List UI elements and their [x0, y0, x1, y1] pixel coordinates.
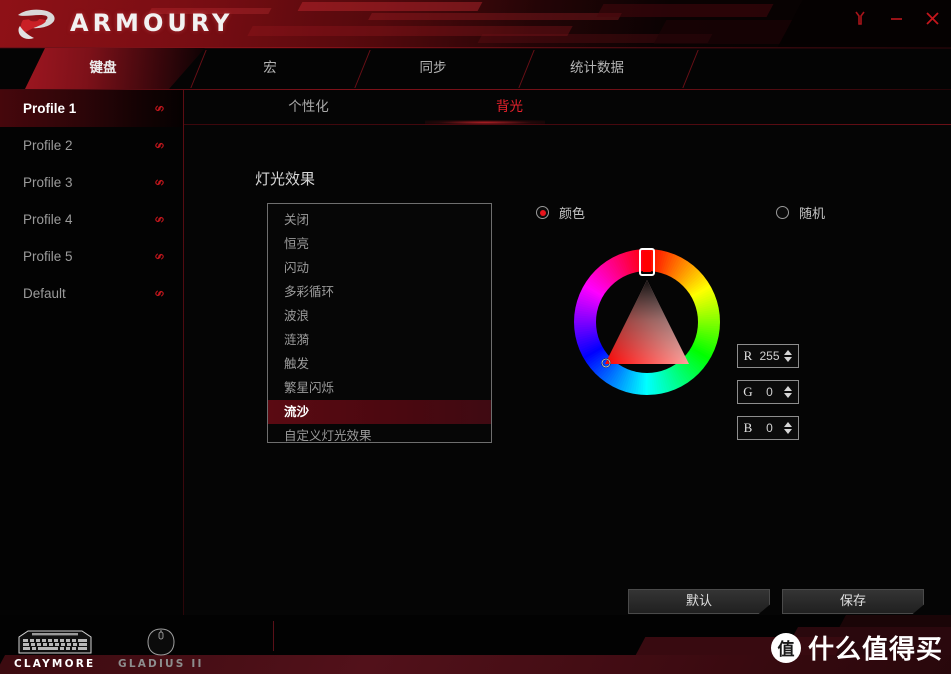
mouse-icon	[147, 628, 175, 656]
effect-item-quicksand[interactable]: 流沙	[268, 400, 491, 424]
profile-label: Default	[23, 286, 66, 301]
link-icon[interactable]	[153, 287, 166, 300]
device-label-claymore: CLAYMORE	[14, 658, 96, 670]
effect-item-breathing[interactable]: 闪动	[268, 256, 491, 280]
profile-label: Profile 4	[23, 212, 73, 227]
rgb-spinner-g[interactable]	[781, 386, 795, 398]
color-wheel-picker[interactable]	[572, 247, 722, 397]
tab-sync[interactable]: 同步	[368, 48, 498, 89]
subtab-backlight[interactable]: 背光	[437, 90, 582, 124]
tab-statistics[interactable]: 统计数据	[532, 48, 662, 89]
radio-color-label: 颜色	[559, 207, 586, 222]
tab-macro[interactable]: 宏	[205, 48, 335, 89]
default-button[interactable]: 默认	[628, 589, 770, 614]
rgb-spinner-b[interactable]	[781, 422, 795, 434]
hue-handle-fill	[643, 252, 651, 272]
radio-random-dot	[776, 206, 789, 219]
radio-color[interactable]: 颜色	[536, 203, 585, 222]
profile-label: Profile 1	[23, 101, 77, 116]
title-bar: ARMOURY	[0, 0, 951, 48]
effect-item-wave[interactable]: 波浪	[268, 304, 491, 328]
sub-tab-bar: 个性化 背光	[184, 90, 951, 125]
rog-eye-logo	[18, 9, 55, 39]
tab-separator	[682, 50, 699, 88]
rgb-value-r[interactable]: 255	[758, 349, 781, 363]
rgb-value-b[interactable]: 0	[758, 421, 781, 435]
spinner-up-icon[interactable]	[784, 350, 792, 355]
device-label-gladius: GLADIUS II	[118, 658, 204, 670]
sidebar-item-default[interactable]: Default	[0, 275, 184, 312]
spinner-up-icon[interactable]	[784, 386, 792, 391]
triangle-shading	[605, 280, 689, 364]
window-controls	[849, 7, 943, 29]
radio-color-dot	[536, 206, 549, 219]
watermark-text: 什么值得买	[807, 635, 943, 665]
effect-item-static[interactable]: 恒亮	[268, 232, 491, 256]
section-title-lighting-effect: 灯光效果	[255, 170, 316, 188]
sidebar-item-profile-5[interactable]: Profile 5	[0, 238, 184, 275]
app-brand-title: ARMOURY	[70, 9, 234, 37]
rgb-field-g[interactable]: G 0	[737, 380, 799, 404]
spinner-up-icon[interactable]	[784, 422, 792, 427]
effect-item-starry-night[interactable]: 繁星闪烁	[268, 376, 491, 400]
minimize-icon[interactable]	[885, 7, 907, 29]
watermark-badge-icon: 值	[770, 632, 801, 663]
rgb-channel-label-r: R	[743, 348, 753, 363]
save-button[interactable]: 保存	[782, 589, 924, 614]
rgb-input-group: R 255 G 0 B 0	[737, 344, 801, 452]
tab-keyboard[interactable]: 键盘	[38, 48, 168, 89]
rgb-field-b[interactable]: B 0	[737, 416, 799, 440]
settings-wrench-icon[interactable]	[849, 7, 871, 29]
keyboard-icon	[18, 630, 92, 654]
rgb-channel-label-g: G	[743, 384, 753, 399]
link-icon[interactable]	[153, 176, 166, 189]
sidebar-item-profile-4[interactable]: Profile 4	[0, 201, 184, 238]
rgb-spinner-r[interactable]	[781, 350, 795, 362]
close-icon[interactable]	[921, 7, 943, 29]
watermark: 值 什么值得买	[770, 629, 943, 666]
profile-sidebar: Profile 1 Profile 2 Profile 3 Profile 4 …	[0, 90, 184, 615]
link-icon[interactable]	[153, 102, 166, 115]
effect-item-custom[interactable]: 自定义灯光效果	[268, 424, 491, 448]
sidebar-item-profile-1[interactable]: Profile 1	[0, 90, 184, 127]
spinner-down-icon[interactable]	[784, 393, 792, 398]
radio-random[interactable]: 随机	[776, 203, 825, 222]
effect-item-ripple[interactable]: 涟漪	[268, 328, 491, 352]
effect-item-color-cycle[interactable]: 多彩循环	[268, 280, 491, 304]
sidebar-item-profile-3[interactable]: Profile 3	[0, 164, 184, 201]
link-icon[interactable]	[153, 213, 166, 226]
armoury-app-window: ARMOURY 键盘 宏 同步 统计数据 Profile 1 Profile 2…	[0, 0, 951, 674]
rgb-value-g[interactable]: 0	[758, 385, 781, 399]
device-bar-divider	[273, 621, 274, 651]
device-claymore[interactable]: CLAYMORE	[14, 628, 95, 670]
rgb-field-r[interactable]: R 255	[737, 344, 799, 368]
color-mode-radio-group: 颜色 随机	[536, 203, 866, 223]
effect-item-off[interactable]: 关闭	[268, 208, 491, 232]
backlight-content-panel: 灯光效果 关闭 恒亮 闪动 多彩循环 波浪 涟漪 触发 繁星闪烁 流沙 自定义灯…	[184, 125, 951, 615]
profile-label: Profile 3	[23, 175, 73, 190]
lighting-effect-list[interactable]: 关闭 恒亮 闪动 多彩循环 波浪 涟漪 触发 繁星闪烁 流沙 自定义灯光效果	[267, 203, 492, 443]
spinner-down-icon[interactable]	[784, 429, 792, 434]
sidebar-item-profile-2[interactable]: Profile 2	[0, 127, 184, 164]
profile-label: Profile 2	[23, 138, 73, 153]
main-tab-bar: 键盘 宏 同步 统计数据	[0, 48, 951, 90]
device-gladius-ii[interactable]: GLADIUS II	[118, 628, 204, 670]
effect-item-reactive[interactable]: 触发	[268, 352, 491, 376]
link-icon[interactable]	[153, 139, 166, 152]
rgb-channel-label-b: B	[743, 420, 753, 435]
profile-label: Profile 5	[23, 249, 73, 264]
subtab-personalize[interactable]: 个性化	[236, 90, 381, 124]
spinner-down-icon[interactable]	[784, 357, 792, 362]
link-icon[interactable]	[153, 250, 166, 263]
radio-random-label: 随机	[799, 207, 826, 222]
